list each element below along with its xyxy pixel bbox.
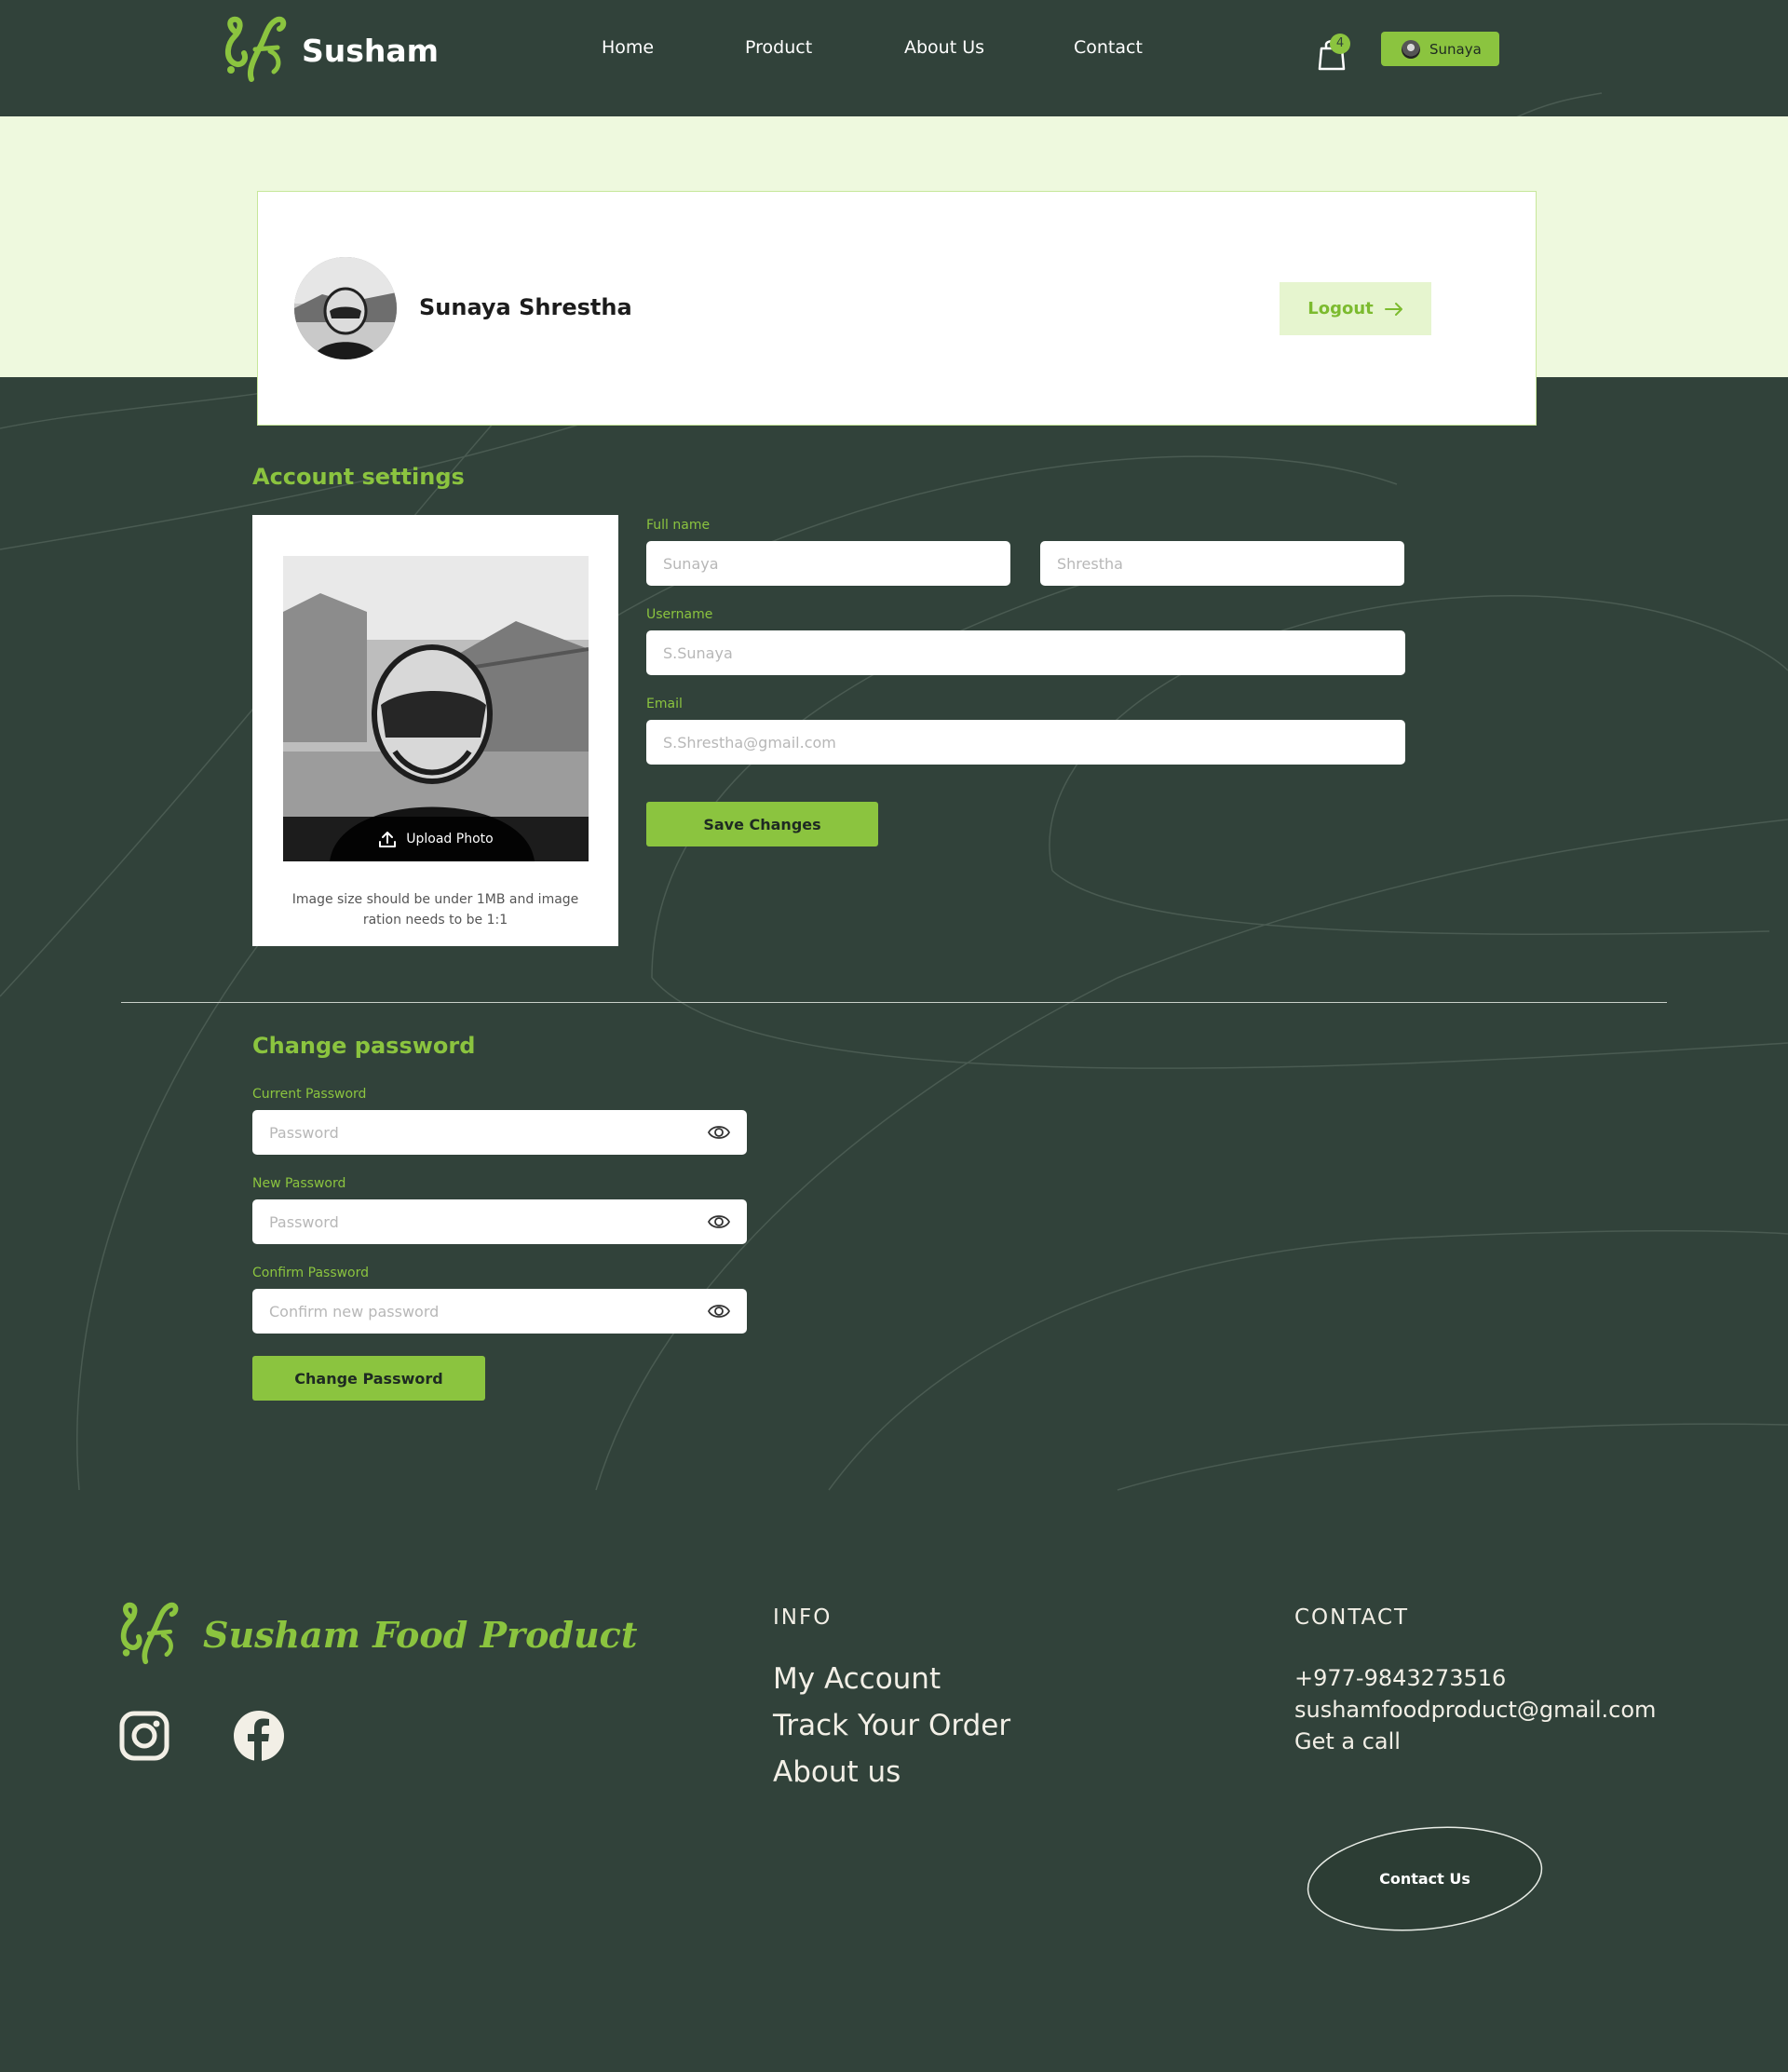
- new-password-field: [252, 1199, 747, 1244]
- change-password-title: Change password: [252, 1033, 476, 1059]
- upload-photo-button[interactable]: Upload Photo: [283, 817, 589, 861]
- account-settings-title: Account settings: [252, 464, 465, 490]
- profile-card: Sunaya Shrestha Logout: [257, 191, 1537, 426]
- nav-product[interactable]: Product: [745, 37, 812, 58]
- full-name-label: Full name: [646, 518, 711, 533]
- cart-count-badge: 4: [1330, 34, 1350, 54]
- eye-icon[interactable]: [708, 1301, 730, 1321]
- user-menu-button[interactable]: Sunaya: [1381, 32, 1499, 66]
- new-password-label: New Password: [252, 1176, 346, 1191]
- susham-logo-icon: [120, 1602, 179, 1665]
- last-name-input[interactable]: [1040, 541, 1404, 586]
- footer-link-about-us[interactable]: About us: [773, 1755, 901, 1789]
- eye-icon[interactable]: [708, 1122, 730, 1143]
- user-chip-label: Sunaya: [1429, 40, 1482, 58]
- upload-icon: [379, 832, 397, 847]
- footer-link-track-order[interactable]: Track Your Order: [773, 1709, 1010, 1742]
- contact-us-label: Contact Us: [1379, 1870, 1470, 1888]
- nav-about-us[interactable]: About Us: [904, 37, 984, 58]
- new-password-input[interactable]: [252, 1199, 747, 1244]
- nav-home[interactable]: Home: [602, 37, 654, 58]
- site-header: Susham Home Product About Us Contact 4 S…: [0, 0, 1788, 116]
- avatar: [294, 257, 397, 359]
- susham-logo-icon: [225, 16, 287, 82]
- footer-brand-name: Susham Food Product: [203, 1613, 638, 1656]
- eye-icon[interactable]: [708, 1212, 730, 1232]
- confirm-password-label: Confirm Password: [252, 1266, 370, 1280]
- photo-upload-card: Upload Photo Image size should be under …: [252, 515, 618, 946]
- brand-name: Susham: [302, 32, 440, 69]
- confirm-password-field: [252, 1289, 747, 1334]
- first-name-input[interactable]: [646, 541, 1010, 586]
- nav-contact[interactable]: Contact: [1074, 37, 1143, 58]
- section-divider: [121, 1002, 1667, 1003]
- current-password-input[interactable]: [252, 1110, 747, 1155]
- username-input[interactable]: [646, 630, 1405, 675]
- footer-brand[interactable]: Susham Food Product: [119, 1600, 637, 1669]
- profile-name: Sunaya Shrestha: [419, 294, 632, 320]
- footer-get-a-call[interactable]: Get a call: [1294, 1728, 1401, 1754]
- email-label: Email: [646, 697, 683, 711]
- footer-phone[interactable]: +977-9843273516: [1294, 1665, 1506, 1691]
- footer-contact-heading: CONTACT: [1294, 1605, 1410, 1630]
- current-password-field: [252, 1110, 747, 1155]
- username-label: Username: [646, 607, 713, 622]
- footer-info-heading: INFO: [773, 1605, 833, 1630]
- facebook-icon[interactable]: [233, 1710, 285, 1762]
- email-input[interactable]: [646, 720, 1405, 765]
- footer-link-my-account[interactable]: My Account: [773, 1662, 941, 1696]
- footer-email[interactable]: sushamfoodproduct@gmail.com: [1294, 1697, 1656, 1723]
- change-password-button[interactable]: Change Password: [252, 1356, 485, 1401]
- confirm-password-input[interactable]: [252, 1289, 747, 1334]
- photo-hint: Image size should be under 1MB and image…: [291, 892, 579, 928]
- profile-photo: Upload Photo: [283, 556, 589, 861]
- brand-logo[interactable]: Susham: [224, 14, 439, 87]
- logout-label: Logout: [1307, 299, 1374, 318]
- current-password-label: Current Password: [252, 1087, 367, 1102]
- instagram-icon[interactable]: [118, 1710, 170, 1762]
- contact-us-button[interactable]: Contact Us: [1306, 1826, 1544, 1931]
- logout-button[interactable]: Logout: [1280, 282, 1431, 335]
- upload-photo-label: Upload Photo: [406, 832, 494, 846]
- avatar: [1402, 39, 1420, 59]
- save-changes-button[interactable]: Save Changes: [646, 802, 878, 846]
- arrow-right-icon: [1384, 302, 1402, 316]
